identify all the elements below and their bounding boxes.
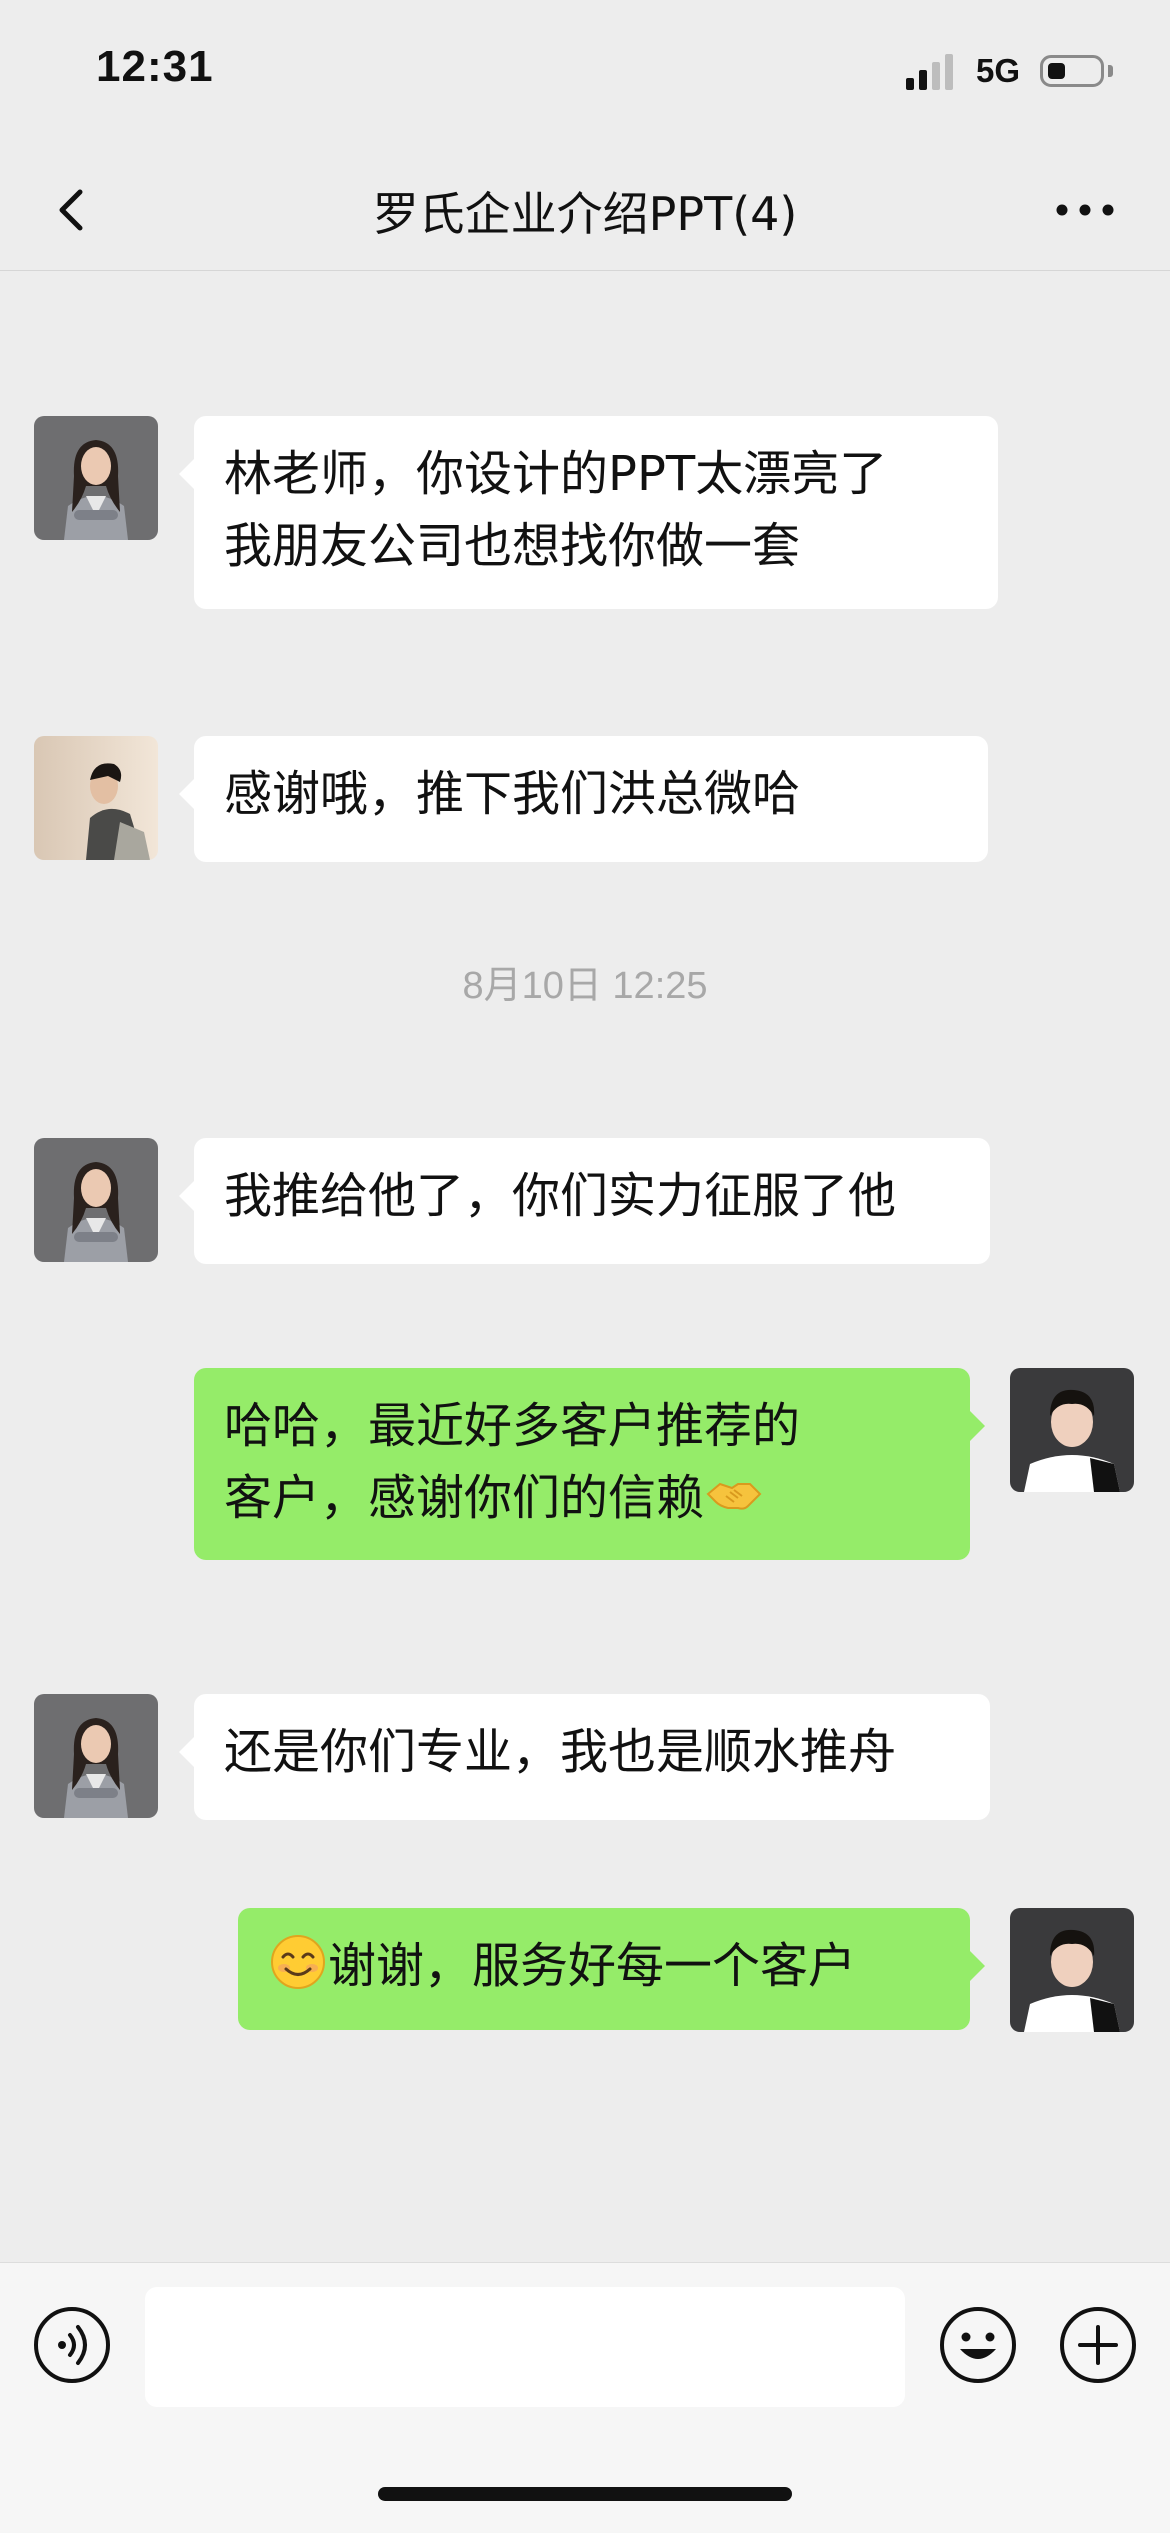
smiling-face-emoji-icon <box>268 1932 328 1992</box>
message-text: 我朋友公司也想找你做一套 <box>224 518 801 574</box>
message-bubble-incoming[interactable]: 林老师，你设计的PPT太漂亮了 我朋友公司也想找你做一套 <box>179 416 998 609</box>
avatar-woman[interactable] <box>34 1138 158 1262</box>
nav-bar: 罗氏企业介绍PPT(4) <box>0 150 1170 271</box>
more-icon[interactable] <box>1050 180 1120 240</box>
chat-timestamp: 8月10日 12:25 <box>462 965 708 1007</box>
status-bar: 12:31 5G <box>0 0 1170 150</box>
handshake-emoji-icon <box>704 1464 764 1524</box>
message-text: 林老师，你设计的PPT太漂亮了 <box>224 446 888 502</box>
message-bubble-incoming[interactable]: 我推给他了，你们实力征服了他 <box>179 1138 990 1264</box>
input-bar <box>0 2262 1170 2533</box>
message-input[interactable] <box>145 2287 905 2407</box>
battery-icon <box>1040 55 1104 87</box>
message-text: 谢谢，服务好每一个客户 <box>328 1938 857 1994</box>
message-text: 哈哈，最近好多客户推荐的 <box>224 1398 801 1454</box>
message-bubble-incoming[interactable]: 还是你们专业，我也是顺水推舟 <box>179 1694 990 1820</box>
message-text: 我推给他了，你们实力征服了他 <box>224 1168 897 1224</box>
avatar-woman[interactable] <box>34 416 158 540</box>
smiley-icon[interactable] <box>938 2305 1018 2385</box>
signal-icon <box>906 54 956 90</box>
avatar-woman[interactable] <box>34 1694 158 1818</box>
message-text: 还是你们专业，我也是顺水推舟 <box>224 1724 897 1780</box>
message-bubble-outgoing[interactable]: 哈哈，最近好多客户推荐的 客户，感谢你们的信赖 <box>194 1368 985 1560</box>
avatar-man-profile[interactable] <box>34 736 158 860</box>
avatar-man-black-jacket[interactable] <box>1010 1908 1134 2032</box>
message-bubble-outgoing[interactable]: 谢谢，服务好每一个客户 <box>238 1908 985 2030</box>
message-text: 客户，感谢你们的信赖 <box>224 1470 705 1526</box>
status-time: 12:31 <box>96 42 214 91</box>
chat-title: 罗氏企业介绍PPT(4) <box>372 187 798 241</box>
home-indicator <box>378 2487 792 2501</box>
plus-circle-icon[interactable] <box>1058 2305 1138 2385</box>
message-text: 感谢哦，推下我们洪总微哈 <box>224 766 801 822</box>
battery-tip <box>1108 65 1113 77</box>
voice-icon[interactable] <box>32 2305 112 2385</box>
message-bubble-incoming[interactable]: 感谢哦，推下我们洪总微哈 <box>179 736 988 862</box>
avatar-man-black-jacket[interactable] <box>1010 1368 1134 1492</box>
network-label: 5G <box>976 52 1021 89</box>
